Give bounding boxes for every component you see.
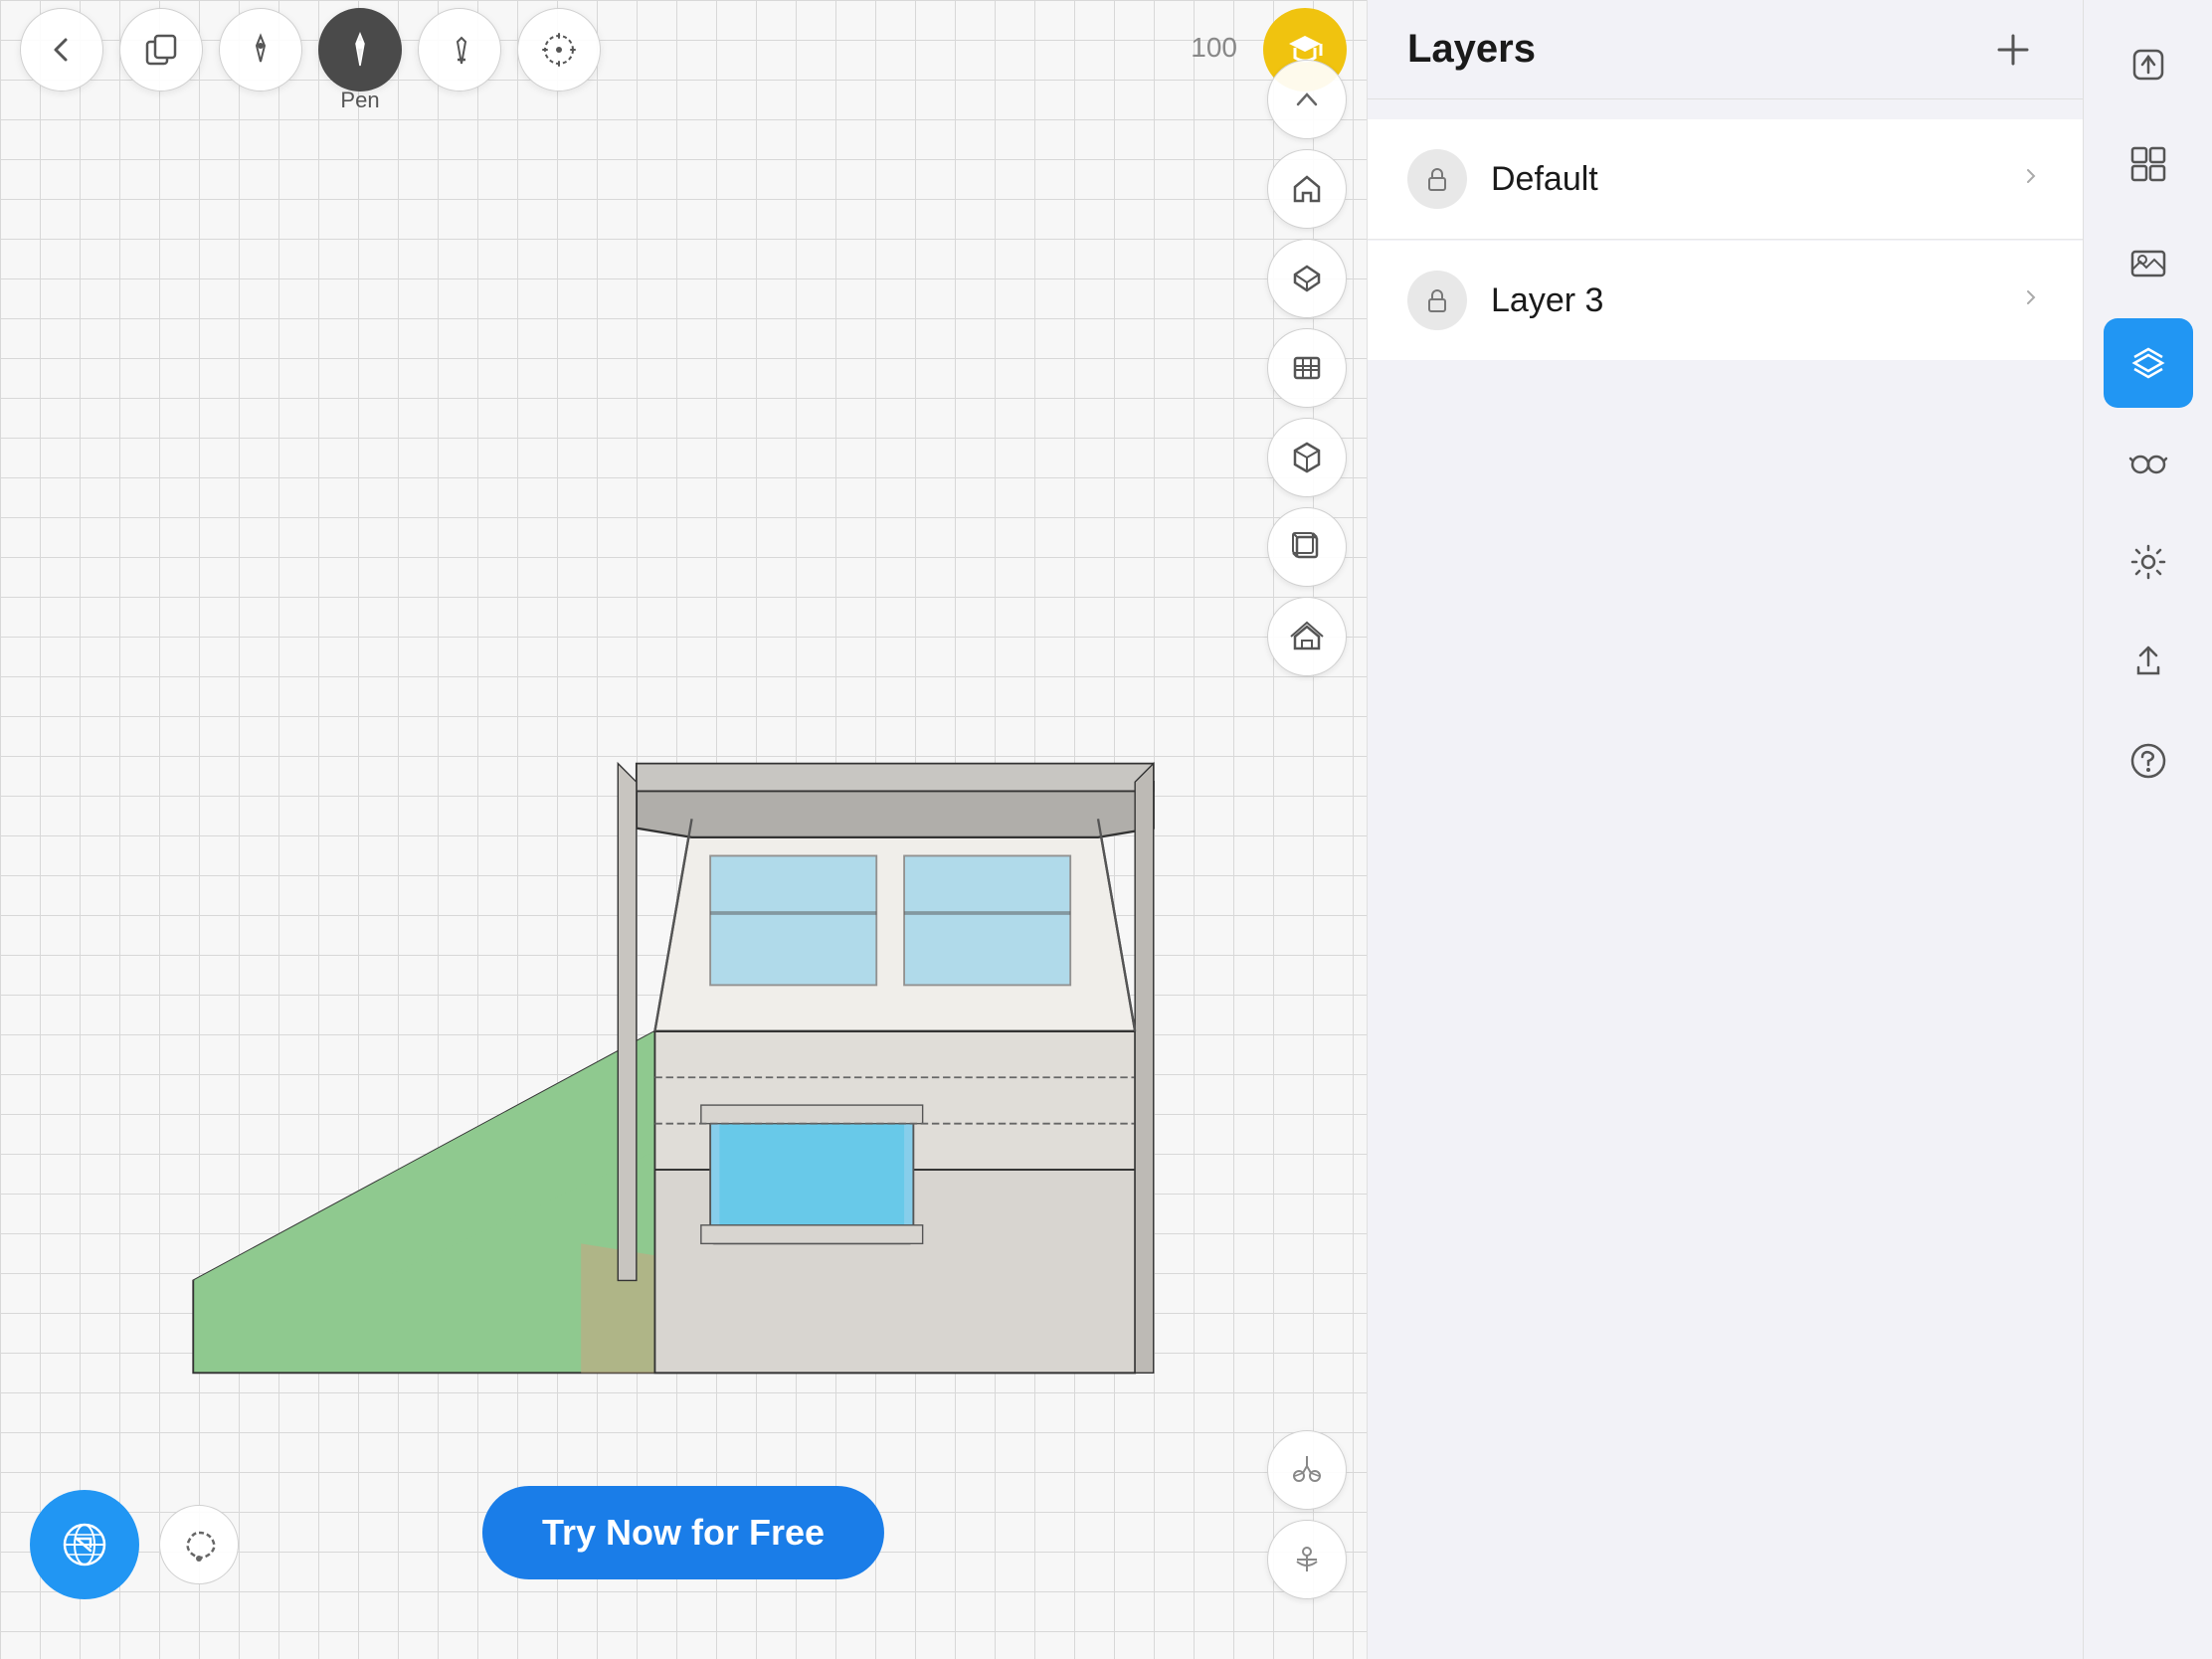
- try-now-button[interactable]: Try Now for Free: [482, 1486, 884, 1579]
- pen-label: Pen: [340, 88, 379, 113]
- box-button[interactable]: [1267, 507, 1347, 587]
- back-btn-wrapper: [20, 8, 103, 92]
- opacity-value: 100: [1191, 32, 1237, 64]
- copy-button[interactable]: [119, 8, 203, 92]
- layer-chevron-default: [2019, 162, 2043, 196]
- top-toolbar: Pen: [0, 0, 1367, 99]
- pen-tool-button[interactable]: [219, 8, 302, 92]
- layer-name-default: Default: [1491, 160, 1995, 199]
- upload-icon-button[interactable]: [2104, 617, 2193, 706]
- layers-title: Layers: [1407, 27, 1536, 72]
- top-view-button[interactable]: [1267, 239, 1347, 318]
- active-pen-wrapper: Pen: [318, 8, 402, 92]
- scissors-button[interactable]: [1267, 1430, 1347, 1510]
- settings-icon-button[interactable]: [2104, 517, 2193, 607]
- layers-add-button[interactable]: [1983, 20, 2043, 80]
- help-icon-button[interactable]: [2104, 716, 2193, 806]
- layer-name-3: Layer 3: [1491, 281, 1995, 320]
- active-pen-button[interactable]: [318, 8, 402, 92]
- package-button[interactable]: [1267, 418, 1347, 497]
- home-view-button[interactable]: [1267, 149, 1347, 229]
- chevron-up-button[interactable]: [1267, 60, 1347, 139]
- eraser-button[interactable]: [418, 8, 501, 92]
- lock-icon-3: [1407, 271, 1467, 330]
- transform-button[interactable]: [517, 8, 601, 92]
- lasso-button[interactable]: [159, 1505, 239, 1584]
- export-icon-button[interactable]: [2104, 20, 2193, 109]
- eraser-wrapper: [418, 8, 501, 92]
- image-icon-button[interactable]: [2104, 219, 2193, 308]
- back-button[interactable]: [20, 8, 103, 92]
- far-right-panel: [2083, 0, 2212, 1659]
- layers-header: Layers: [1368, 0, 2083, 99]
- scene-button[interactable]: [1267, 328, 1347, 408]
- layers-list: Default Layer 3: [1368, 99, 2083, 1659]
- pen-tool-wrapper: [219, 8, 302, 92]
- copy-btn-wrapper: [119, 8, 203, 92]
- anchor-button[interactable]: [1267, 1520, 1347, 1599]
- canvas-area: Pen: [0, 0, 1367, 1659]
- house-illustration: [119, 219, 1227, 1659]
- grid-icon-button[interactable]: [2104, 119, 2193, 209]
- layers-panel: Layers Default: [1367, 0, 2083, 1659]
- layer-chevron-3: [2019, 283, 2043, 317]
- transform-wrapper: [517, 8, 601, 92]
- right-floating-toolbar: [1267, 60, 1347, 676]
- layer-item-default[interactable]: Default: [1368, 119, 2083, 240]
- layers-icon-button[interactable]: [2104, 318, 2193, 408]
- glasses-icon-button[interactable]: [2104, 418, 2193, 507]
- bottom-left-tools: [30, 1490, 239, 1599]
- house3d-button[interactable]: [1267, 597, 1347, 676]
- lock-icon-default: [1407, 149, 1467, 209]
- layer-item-3[interactable]: Layer 3: [1368, 241, 2083, 360]
- globe-button[interactable]: [30, 1490, 139, 1599]
- bottom-right-tools: [1267, 1430, 1347, 1599]
